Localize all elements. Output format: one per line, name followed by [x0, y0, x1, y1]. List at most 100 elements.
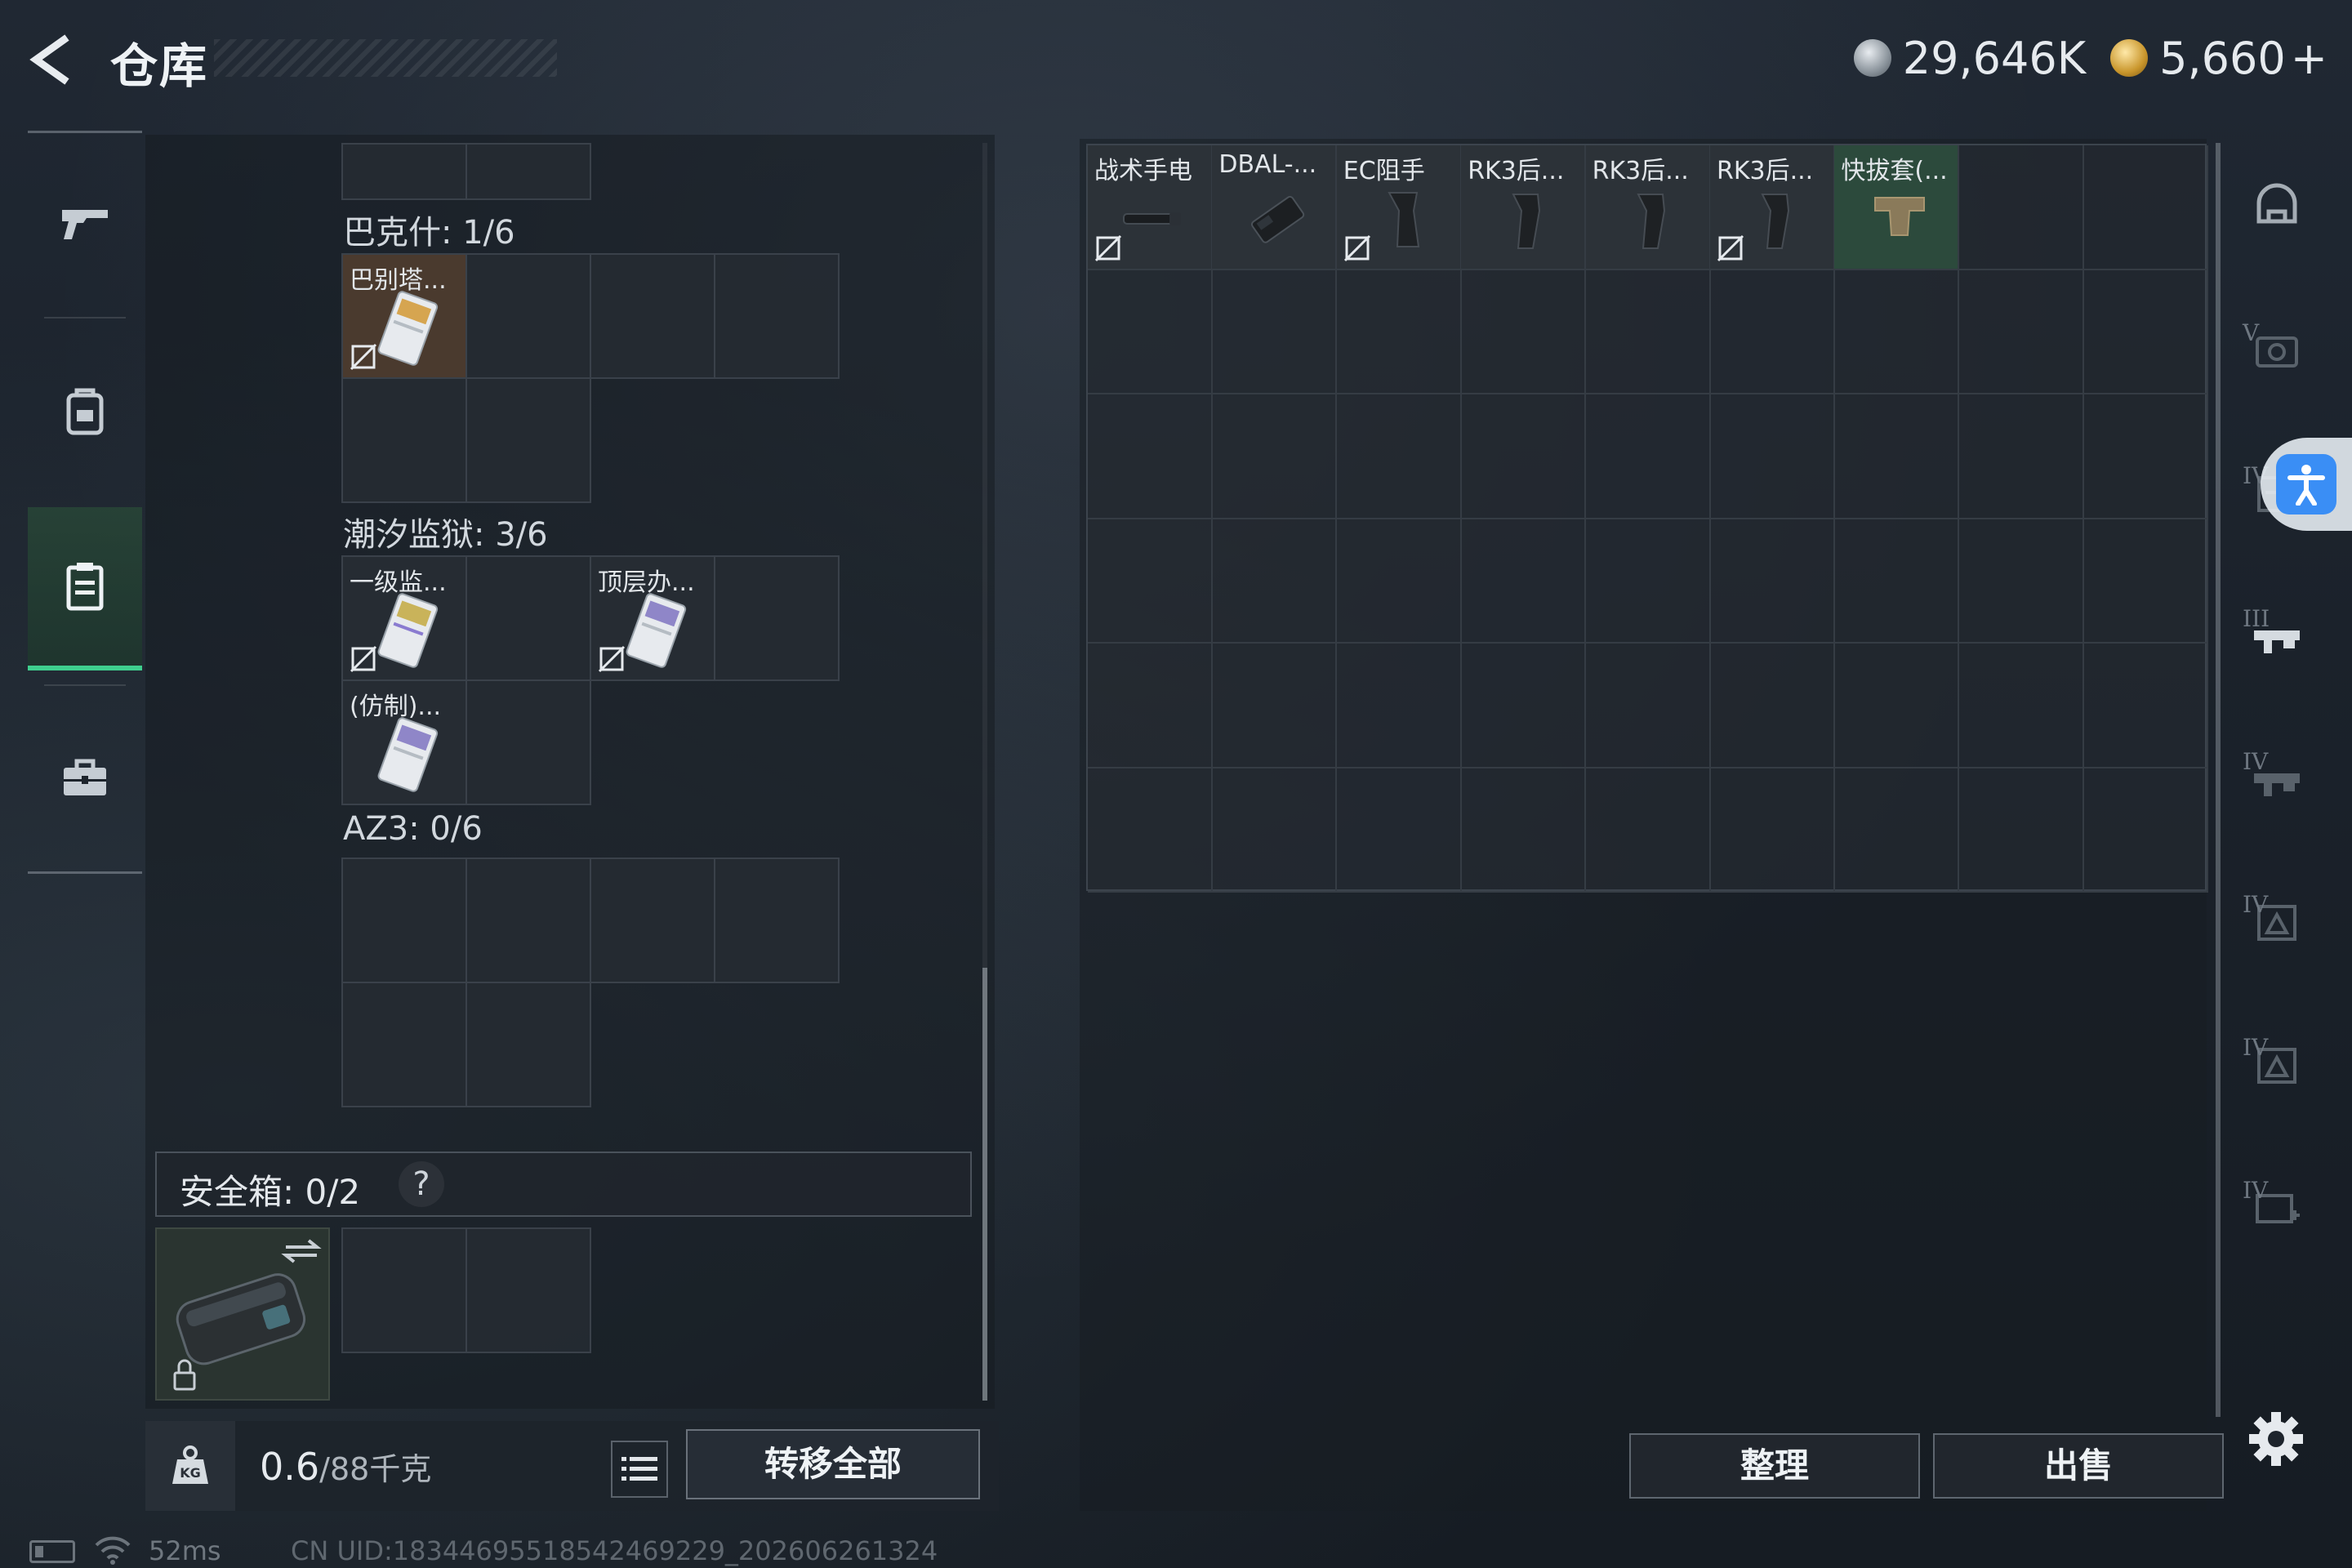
stash-slot[interactable] [2083, 519, 2209, 644]
nav-backpack-tab[interactable] [28, 329, 142, 492]
stash-slot[interactable] [1958, 270, 2084, 395]
stash-scrollbar[interactable] [2216, 143, 2221, 1417]
stash-slot[interactable] [1834, 394, 1960, 519]
stash-slot[interactable] [2083, 643, 2209, 768]
container-item[interactable]: 巴别塔... [341, 253, 467, 379]
stash-slot[interactable] [1834, 768, 1960, 893]
stash-item[interactable]: RK3后... [1585, 145, 1711, 270]
stash-slot[interactable] [2083, 270, 2209, 395]
stash-slot[interactable] [1088, 768, 1213, 893]
stash-slot[interactable] [1585, 768, 1711, 893]
stash-slot[interactable] [1336, 519, 1462, 644]
stash-item[interactable]: RK3后... [1710, 145, 1835, 270]
stash-slot[interactable] [1710, 519, 1835, 644]
safebox-slot[interactable] [466, 1227, 591, 1353]
stash-slot[interactable] [1461, 270, 1587, 395]
stash-slot[interactable] [1585, 643, 1711, 768]
stash-slot[interactable] [1336, 643, 1462, 768]
stash-slot[interactable] [1088, 270, 1213, 395]
stash-slot[interactable] [1461, 519, 1587, 644]
armor-category[interactable]: V [2228, 282, 2326, 421]
stash-slot[interactable] [1834, 519, 1960, 644]
container-slot[interactable] [466, 982, 591, 1107]
weapon-parts-category[interactable]: III [2228, 568, 2326, 706]
stash-slot[interactable] [1834, 270, 1960, 395]
stash-slot[interactable] [1710, 768, 1835, 893]
list-view-button[interactable] [611, 1441, 668, 1498]
container-item[interactable]: 顶层办... [590, 555, 715, 681]
sell-button[interactable]: 出售 [1933, 1433, 2224, 1499]
container-slot[interactable] [341, 858, 467, 983]
container-slot[interactable] [466, 679, 591, 805]
stash-slot[interactable] [1336, 768, 1462, 893]
left-scrollbar-thumb[interactable] [982, 968, 987, 1401]
container-slot[interactable] [341, 377, 467, 503]
back-arrow-icon[interactable] [24, 31, 82, 88]
stash-slot[interactable] [1212, 519, 1338, 644]
stash-slot[interactable] [1958, 643, 2084, 768]
container-item[interactable]: (仿制)... [341, 679, 467, 805]
stash-slot[interactable] [1710, 270, 1835, 395]
ammo-category-2[interactable]: IV [2228, 996, 2326, 1135]
container-slot[interactable] [714, 858, 840, 983]
ammo-category[interactable]: IV [2228, 853, 2326, 992]
weapon-parts-category-2[interactable]: IV [2228, 710, 2326, 849]
stash-slot[interactable] [1212, 394, 1338, 519]
stash-slot[interactable] [1461, 643, 1587, 768]
stash-slot[interactable] [2083, 768, 2209, 893]
sort-button[interactable]: 整理 [1629, 1433, 1920, 1499]
stash-slot[interactable] [1958, 394, 2084, 519]
safebox-case-slot[interactable] [155, 1227, 330, 1401]
stash-slot[interactable] [1212, 768, 1338, 893]
stash-slot[interactable] [1088, 519, 1213, 644]
safebox-slot[interactable] [341, 1227, 467, 1353]
stash-slot[interactable] [1958, 145, 2084, 270]
stash-slot[interactable] [1212, 270, 1338, 395]
gold-currency[interactable]: 5,660 + [2110, 33, 2328, 84]
helmet-category[interactable] [2228, 139, 2326, 278]
stash-item[interactable]: RK3后... [1461, 145, 1587, 270]
stash-slot[interactable] [1212, 643, 1338, 768]
accessibility-button[interactable] [2261, 438, 2352, 531]
stash-item[interactable]: DBAL-... [1212, 145, 1338, 270]
stash-slot[interactable] [1958, 768, 2084, 893]
container-slot[interactable] [341, 143, 467, 200]
stash-slot[interactable] [1585, 519, 1711, 644]
stash-slot[interactable] [1461, 394, 1587, 519]
container-slot[interactable] [466, 377, 591, 503]
stash-slot[interactable] [2083, 394, 2209, 519]
container-slot[interactable] [466, 555, 591, 681]
stash-slot[interactable] [2083, 145, 2209, 270]
container-slot[interactable] [466, 253, 591, 379]
transfer-all-button[interactable]: 转移全部 [686, 1429, 980, 1499]
nav-container-tab[interactable] [28, 507, 142, 670]
stash-item[interactable]: 战术手电 [1088, 145, 1213, 270]
stash-item[interactable]: 快拔套(... [1834, 145, 1960, 270]
container-slot[interactable] [466, 858, 591, 983]
settings-gear-icon[interactable] [2246, 1409, 2306, 1469]
container-slot[interactable] [714, 253, 840, 379]
safebox-help-button[interactable]: ? [399, 1161, 444, 1207]
stash-slot[interactable] [1336, 394, 1462, 519]
stash-slot[interactable] [1585, 270, 1711, 395]
stash-item[interactable]: EC阻手 [1336, 145, 1462, 270]
stash-slot[interactable] [1461, 768, 1587, 893]
container-slot[interactable] [590, 858, 715, 983]
container-slot[interactable] [590, 253, 715, 379]
stash-slot[interactable] [1710, 643, 1835, 768]
stash-slot[interactable] [1088, 643, 1213, 768]
container-item[interactable]: 一级监... [341, 555, 467, 681]
stash-slot[interactable] [1336, 270, 1462, 395]
medical-category[interactable]: IV [2228, 1139, 2326, 1278]
nav-toolbox-tab[interactable] [28, 697, 142, 860]
container-slot[interactable] [341, 982, 467, 1107]
stash-slot[interactable] [1585, 394, 1711, 519]
container-slot[interactable] [466, 143, 591, 200]
stash-slot[interactable] [1958, 519, 2084, 644]
nav-weapon-tab[interactable] [28, 141, 142, 305]
stash-slot[interactable] [1710, 394, 1835, 519]
add-currency-button[interactable]: + [2291, 33, 2328, 84]
stash-slot[interactable] [1088, 394, 1213, 519]
container-slot[interactable] [714, 555, 840, 681]
stash-slot[interactable] [1834, 643, 1960, 768]
